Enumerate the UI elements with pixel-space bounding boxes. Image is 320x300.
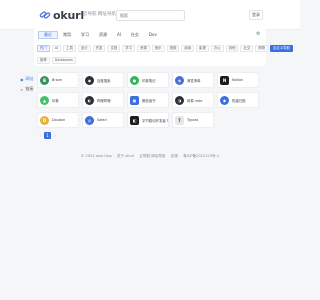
- logo-subtitle: 云导航·网址导航: [83, 12, 116, 17]
- site-card[interactable]: ▣ 微信读书: [127, 92, 169, 108]
- footer-link-feedback[interactable]: 反馈: [171, 154, 178, 158]
- prev-page-button[interactable]: ‹: [37, 133, 43, 138]
- site-card[interactable]: ◈ 滴答清单: [172, 72, 214, 88]
- tab-social[interactable]: 社交: [126, 31, 144, 39]
- tag-item[interactable]: 学习: [122, 45, 136, 52]
- site-logo-icon: ◑: [175, 95, 184, 105]
- site-logo-icon: ▲: [40, 95, 49, 105]
- site-logo-icon: ●: [130, 75, 139, 85]
- tag-item[interactable]: 热门: [37, 45, 50, 52]
- site-card[interactable]: ● 印象笔记: [127, 72, 169, 88]
- login-button[interactable]: 登录: [249, 10, 263, 20]
- page-number-button[interactable]: 1: [44, 132, 51, 139]
- tag-item[interactable]: 推荐: [37, 57, 50, 64]
- site-card[interactable]: ▲ 印象: [37, 92, 79, 108]
- tag-item[interactable]: 阅读: [181, 45, 195, 52]
- sidebar-item-label: 网址: [25, 76, 34, 81]
- tag-item[interactable]: 社交: [240, 45, 254, 52]
- tag-item-custom-nav[interactable]: 自定义导航: [270, 45, 293, 52]
- link-icon: [39, 9, 51, 21]
- site-logo-icon: ◐: [85, 95, 94, 105]
- site-card-label: Douban: [52, 118, 66, 122]
- logo-text: okurl: [53, 8, 84, 22]
- site-card-label: 哔哩哔哩: [97, 98, 111, 103]
- tag-item[interactable]: 工具: [63, 45, 76, 52]
- site-card-label: Notion: [232, 78, 244, 82]
- site-card-label: 字节跳动开发者 Trae: [142, 118, 168, 123]
- tag-item[interactable]: Databases: [51, 57, 76, 64]
- site-logo-icon: ◧: [130, 115, 139, 125]
- site-card-label: 微信读书: [142, 98, 156, 103]
- footer-icp[interactable]: 粤ICP备2022123号-1: [183, 154, 219, 158]
- tag-item[interactable]: 音乐: [151, 45, 165, 52]
- tag-item[interactable]: 设计: [77, 45, 91, 52]
- site-grid: B Brave ◉ 百度搜索 ● 印象笔记 ◈ 滴答清单 N Notion ▲ 印象 ◐ 哔哩哔哩 ▣ 微信读…: [37, 72, 262, 128]
- tag-item[interactable]: 影视: [196, 45, 209, 52]
- site-logo-icon: ▣: [130, 95, 139, 105]
- footer-link-brand[interactable]: 云导航·网址导航: [139, 154, 165, 158]
- tag-item[interactable]: 开发: [92, 45, 106, 52]
- globe-icon: ◉: [20, 76, 24, 82]
- site-card[interactable]: D Douban: [37, 112, 79, 128]
- site-card-label: 印象笔记: [142, 78, 156, 83]
- tag-item[interactable]: 购物: [255, 45, 269, 52]
- site-card-label: 印象: [52, 98, 59, 103]
- tag-item[interactable]: 资源: [137, 45, 150, 52]
- site-card-label: 滴答清单: [187, 78, 201, 83]
- site-logo-icon: ◉: [85, 75, 94, 85]
- tab-ai[interactable]: AI: [112, 31, 126, 39]
- site-logo-icon: N: [220, 75, 229, 85]
- sidebar-item-label: 链接: [25, 86, 34, 91]
- footer: © 2024 okurl.top 关于 okurl 云导航·网址导航 反馈 粤I…: [0, 154, 300, 159]
- tag-item[interactable]: 其他: [225, 45, 239, 52]
- pagination: ‹ 1 ›: [37, 132, 58, 139]
- site-logo-icon: D: [40, 115, 49, 125]
- next-page-button[interactable]: ›: [52, 133, 58, 138]
- tag-row-1: 热门 AI 工具 设计 开发 文档 学习 资源 音乐 视频 阅读 影视 办公 其…: [37, 45, 295, 52]
- site-logo-icon: T: [175, 115, 184, 125]
- site-card-label: Safari: [97, 118, 107, 122]
- tag-row-2: 推荐 Databases: [37, 57, 78, 64]
- tag-item[interactable]: AI: [51, 45, 62, 52]
- tab-common[interactable]: 常用: [58, 31, 76, 39]
- footer-copyright: © 2024 okurl.top: [80, 154, 112, 158]
- site-card[interactable]: B Brave: [37, 72, 79, 88]
- tab-resources[interactable]: 资源: [94, 31, 112, 39]
- site-card[interactable]: N Notion: [217, 72, 259, 88]
- site-card-label: 网易 note: [187, 98, 203, 103]
- settings-gear-icon[interactable]: ⚙: [256, 31, 260, 37]
- tag-item[interactable]: 视频: [166, 45, 180, 52]
- site-card[interactable]: ◆ 知道日报: [217, 92, 259, 108]
- site-logo-icon: ◈: [175, 75, 184, 85]
- site-card[interactable]: ◉ 百度搜索: [82, 72, 124, 88]
- site-card-label: 知道日报: [232, 98, 246, 103]
- category-tabs: 最近 常用 学习 资源 AI 社交 Dev: [38, 31, 162, 39]
- site-logo-icon: ◆: [220, 95, 229, 105]
- tab-recent[interactable]: 最近: [38, 31, 58, 39]
- tab-learn[interactable]: 学习: [76, 31, 94, 39]
- site-card[interactable]: ◐ 哔哩哔哩: [82, 92, 124, 108]
- footer-link-about[interactable]: 关于 okurl: [117, 154, 134, 158]
- tag-item[interactable]: 办公: [210, 45, 224, 52]
- site-logo-icon: ◎: [85, 115, 94, 125]
- site-card[interactable]: ◑ 网易 note: [172, 92, 214, 108]
- link-icon: ∞: [20, 86, 24, 92]
- site-card[interactable]: ◧字节跳动开发者 Trae: [127, 112, 169, 128]
- site-logo-icon: B: [40, 75, 49, 85]
- tag-item[interactable]: 文档: [107, 45, 121, 52]
- search-input[interactable]: [116, 10, 185, 21]
- site-card-label: 百度搜索: [97, 78, 111, 83]
- tab-dev[interactable]: Dev: [144, 31, 162, 39]
- site-card-label: Brave: [52, 78, 62, 82]
- site-card-label: Typora: [187, 118, 199, 122]
- site-card[interactable]: ◎ Safari: [82, 112, 124, 128]
- site-card[interactable]: T Typora: [172, 112, 214, 128]
